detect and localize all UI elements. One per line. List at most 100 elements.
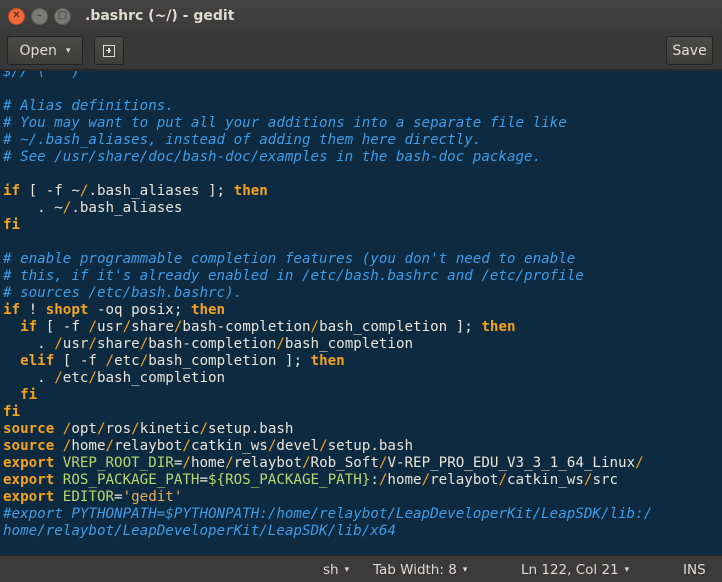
code-token: /: [635, 455, 644, 471]
code-line[interactable]: . /etc/bash_completion: [3, 370, 652, 387]
code-token: /: [225, 455, 234, 471]
maximize-icon[interactable]: □: [54, 7, 71, 25]
code-token: =: [199, 472, 209, 488]
text-editor[interactable]: $// \ '`) ' # Alias definitions. # You ma…: [0, 71, 722, 555]
code-line[interactable]: export ROS_PACKAGE_PATH=${ROS_PACKAGE_PA…: [3, 472, 652, 489]
code-token: /: [319, 438, 328, 454]
code-token: .: [3, 370, 55, 386]
code-token: export: [3, 455, 55, 471]
header-toolbar: Open ▾ Save: [0, 32, 722, 70]
code-line[interactable]: # enable programmable completion feature…: [3, 251, 652, 268]
tab-width-selector[interactable]: Tab Width: 8 ▾: [373, 562, 467, 578]
chevron-down-icon: ▾: [65, 45, 71, 56]
code-token: EDITOR: [62, 489, 115, 505]
code-token: source: [3, 421, 55, 437]
code-token: # sources /etc/bash.bashrc).: [3, 285, 243, 301]
status-bar: sh ▾ Tab Width: 8 ▾ Ln 122, Col 21 ▾ INS: [0, 555, 722, 582]
code-line[interactable]: if ! shopt -oq posix; then: [3, 302, 652, 319]
language-label: sh: [323, 562, 339, 578]
insert-mode-indicator[interactable]: INS: [683, 562, 706, 578]
cursor-position-label: Ln 122, Col 21: [521, 562, 619, 578]
tab-width-label: Tab Width: 8: [373, 562, 457, 578]
code-token: /: [122, 319, 132, 335]
code-line[interactable]: #export PYTHONPATH=$PYTHONPATH:/home/rel…: [3, 506, 652, 523]
code-token: /: [54, 336, 63, 352]
cursor-position-selector[interactable]: Ln 122, Col 21 ▾: [521, 562, 629, 578]
code-token: .bash_aliases ];: [88, 183, 234, 199]
code-token: /: [498, 472, 508, 488]
code-token: catkin_ws: [190, 438, 268, 454]
code-token: # See /usr/share/doc/bash-doc/examples i…: [3, 149, 542, 165]
code-line[interactable]: # Alias definitions.: [3, 98, 652, 115]
code-token: kinetic: [139, 421, 200, 437]
code-token: relaybot: [114, 438, 183, 454]
code-token: if: [3, 302, 21, 318]
open-button[interactable]: Open ▾: [7, 36, 83, 65]
code-token: /: [105, 353, 115, 369]
code-line[interactable]: # this, if it's already enabled in /etc/…: [3, 268, 652, 285]
minimize-icon[interactable]: –: [31, 7, 48, 25]
code-line[interactable]: if [ -f ~/.bash_aliases ]; then: [3, 183, 652, 200]
code-line[interactable]: # ~/.bash_aliases, instead of adding the…: [3, 132, 652, 149]
chevron-down-icon: ▾: [624, 565, 630, 575]
code-line[interactable]: . ~/.bash_aliases: [3, 200, 652, 217]
code-token: /: [54, 370, 63, 386]
code-line[interactable]: # sources /etc/bash.bashrc).: [3, 285, 652, 302]
chevron-down-icon: ▾: [462, 565, 468, 575]
code-token: /: [310, 319, 320, 335]
code-token: home: [387, 472, 422, 488]
code-token: Rob_Soft: [310, 455, 379, 471]
code-view[interactable]: $// \ '`) ' # Alias definitions. # You ma…: [3, 71, 652, 540]
code-token: src: [592, 472, 619, 488]
code-token: bash_completion ];: [148, 353, 311, 369]
code-token: relaybot: [430, 472, 499, 488]
code-line[interactable]: . /usr/share/bash-completion/bash_comple…: [3, 336, 652, 353]
new-tab-button[interactable]: [94, 36, 124, 65]
code-line[interactable]: elif [ -f /etc/bash_completion ]; then: [3, 353, 652, 370]
code-token: home: [71, 438, 106, 454]
code-line[interactable]: fi: [3, 387, 652, 404]
code-token: export: [3, 489, 55, 505]
code-token: /: [96, 421, 106, 437]
code-line[interactable]: source /home/relaybot/catkin_ws/devel/se…: [3, 438, 652, 455]
new-document-icon: [103, 44, 115, 57]
code-token: setup.bash: [208, 421, 294, 437]
close-icon[interactable]: ✕: [8, 7, 25, 25]
code-token: /: [105, 438, 115, 454]
window-title: .bashrc (~/) - gedit: [85, 8, 235, 24]
code-token: /: [139, 336, 149, 352]
code-token: then: [233, 183, 268, 199]
code-line[interactable]: home/relaybot/LeapDeveloperKit/LeapSDK/l…: [3, 523, 652, 540]
code-line[interactable]: [3, 234, 652, 251]
code-token: if: [3, 183, 21, 199]
code-token: relaybot: [233, 455, 302, 471]
code-token: source: [3, 438, 55, 454]
language-selector[interactable]: sh ▾: [323, 562, 349, 578]
code-token: fi: [20, 387, 38, 403]
code-line[interactable]: [3, 81, 652, 98]
code-token: then: [190, 302, 226, 318]
code-token: elif: [20, 353, 55, 369]
code-line[interactable]: # You may want to put all your additions…: [3, 115, 652, 132]
code-token: bash_completion ];: [319, 319, 482, 335]
code-line[interactable]: fi: [3, 404, 652, 421]
code-line[interactable]: fi: [3, 217, 652, 234]
code-line[interactable]: $// \ '`) ': [3, 71, 652, 81]
code-line[interactable]: [3, 166, 652, 183]
code-line[interactable]: export VREP_ROOT_DIR=/home/relaybot/Rob_…: [3, 455, 652, 472]
code-line[interactable]: export EDITOR='gedit': [3, 489, 652, 506]
code-token: /: [88, 336, 97, 352]
insert-mode-label: INS: [683, 562, 706, 578]
save-button[interactable]: Save: [666, 36, 713, 65]
code-token: shopt: [45, 302, 89, 318]
code-token: bash_completion: [96, 370, 226, 386]
code-line[interactable]: source /opt/ros/kinetic/setup.bash: [3, 421, 652, 438]
code-line[interactable]: # See /usr/share/doc/bash-doc/examples i…: [3, 149, 652, 166]
code-line[interactable]: if [ -f /usr/share/bash-completion/bash_…: [3, 319, 652, 336]
code-token: .bash_aliases: [71, 200, 183, 216]
